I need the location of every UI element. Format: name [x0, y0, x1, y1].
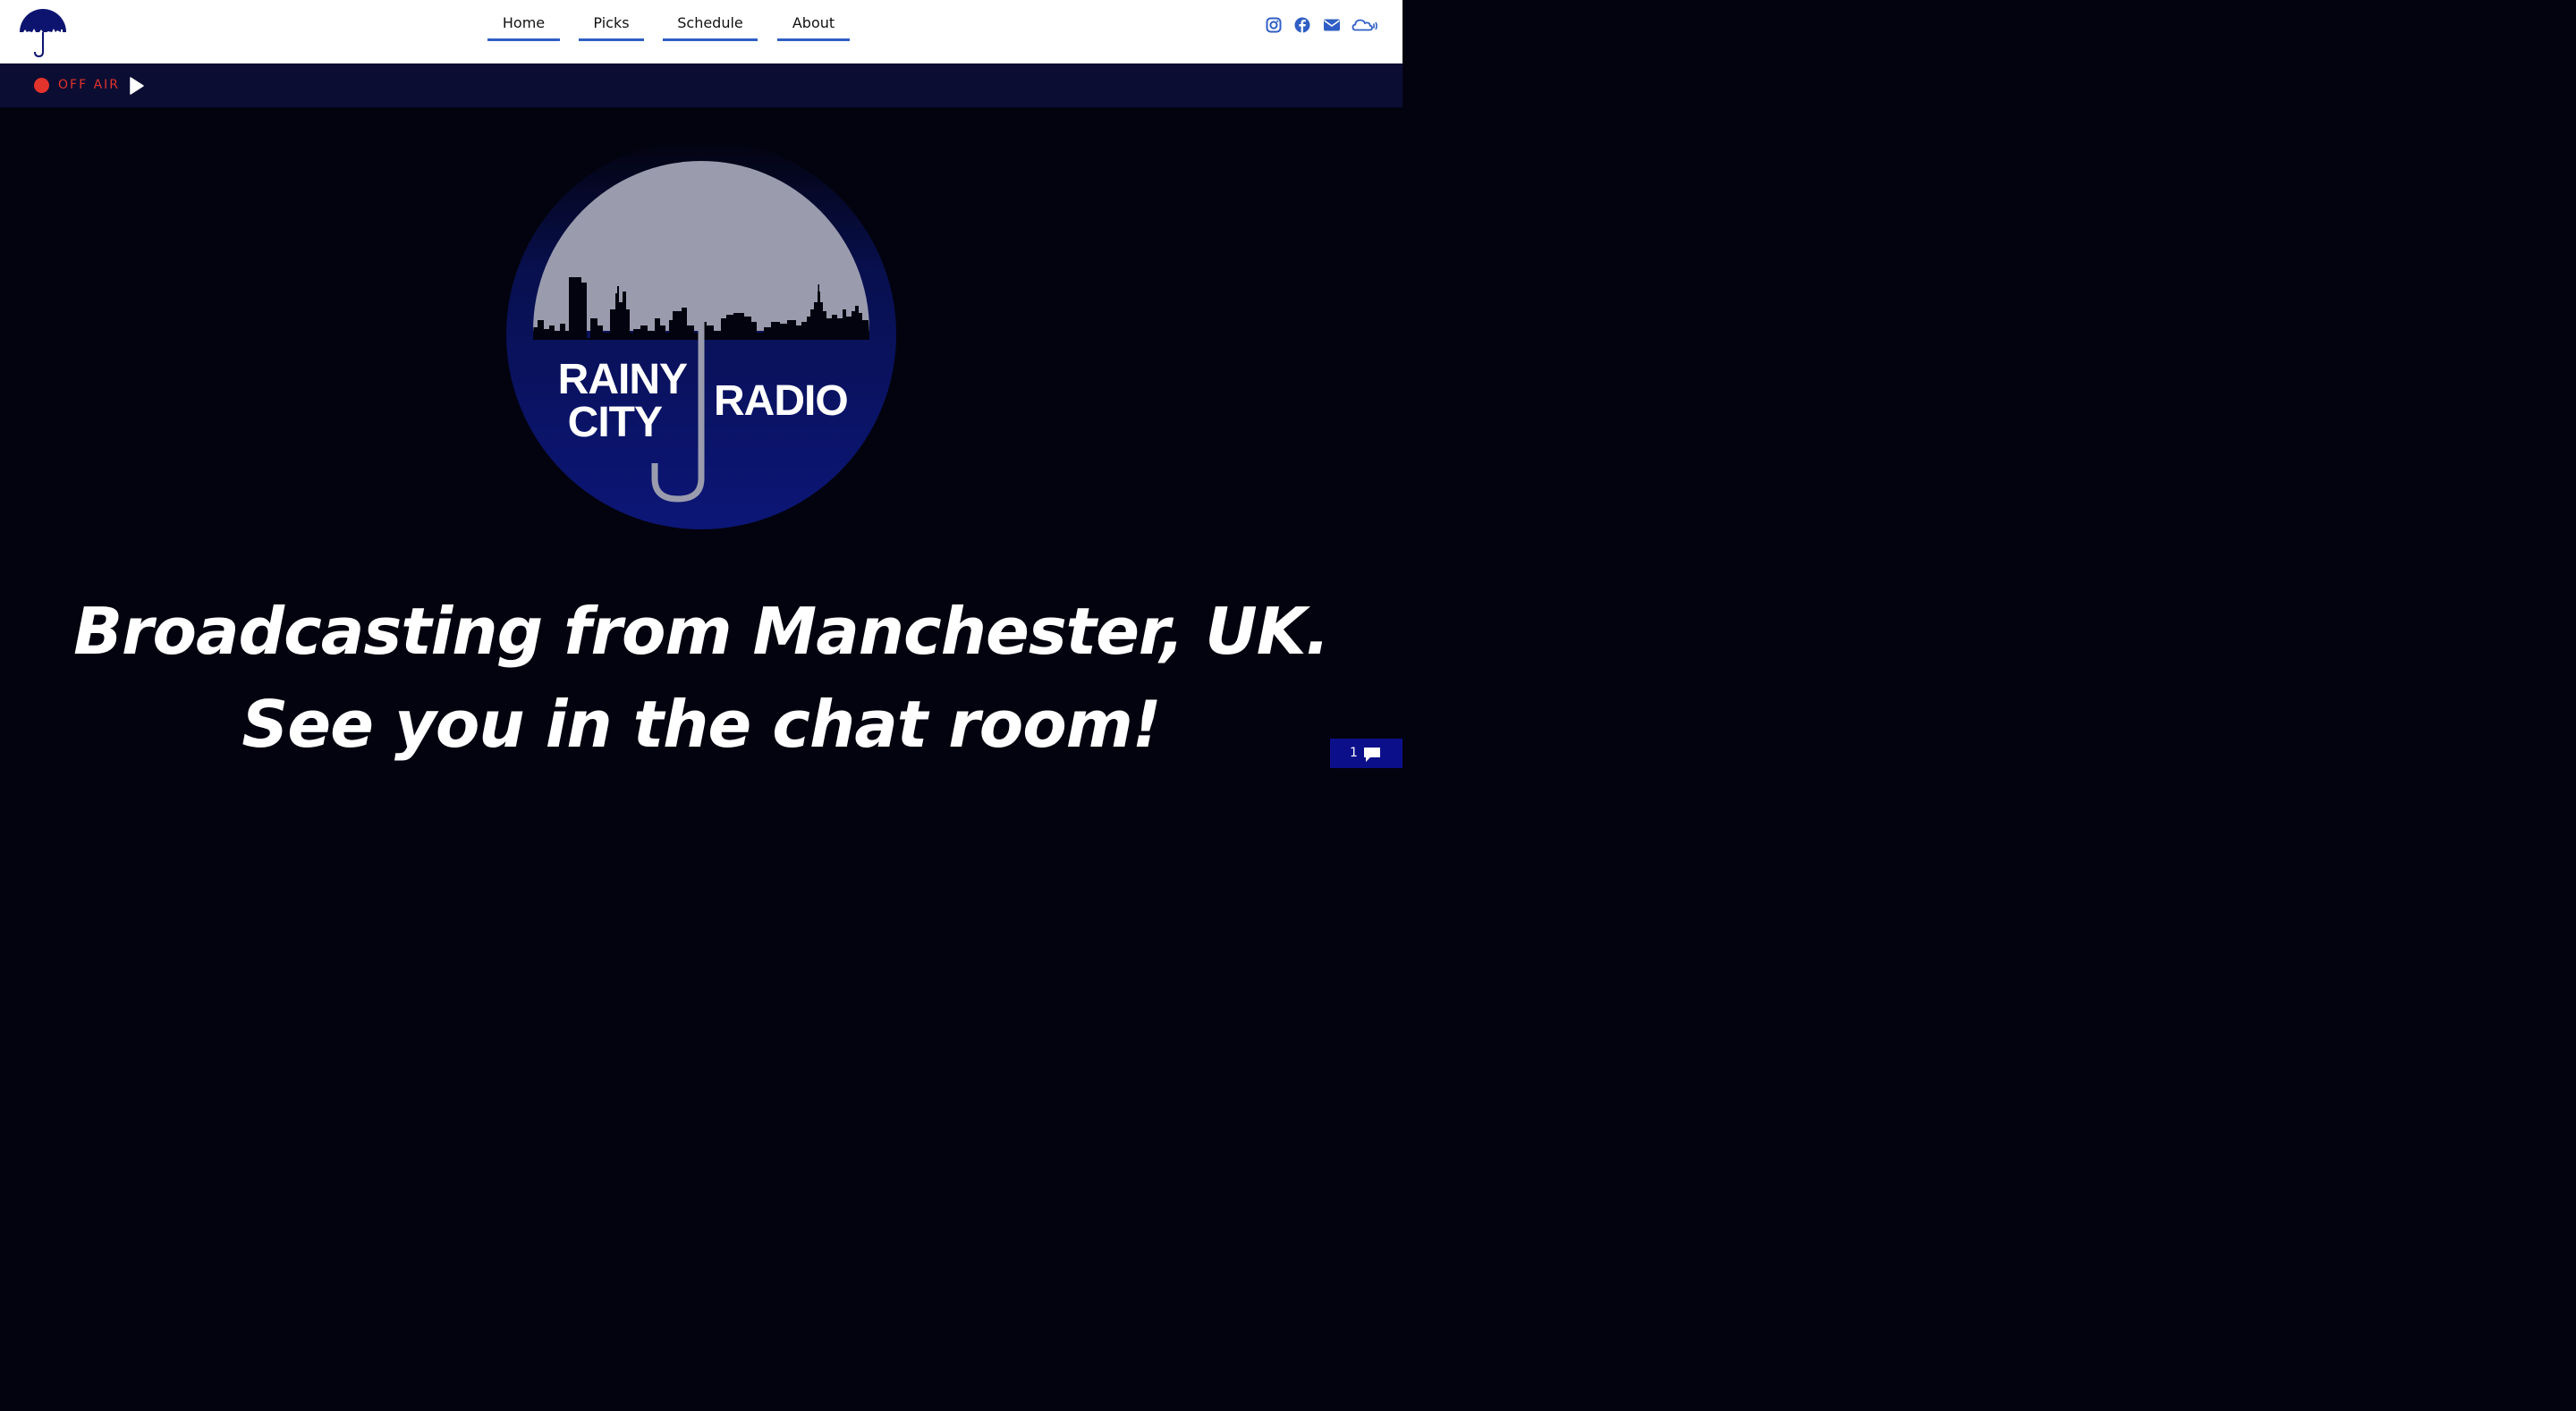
nav-home[interactable]: Home — [487, 13, 560, 41]
logo-text-rainy: RAINY — [558, 356, 688, 403]
nav-picks[interactable]: Picks — [579, 13, 644, 41]
logo-text-radio: RADIO — [714, 377, 848, 425]
nav-about[interactable]: About — [777, 13, 850, 41]
nav-about-label: About — [792, 14, 835, 31]
nav-schedule[interactable]: Schedule — [663, 13, 758, 41]
logo-text-city: CITY — [568, 399, 663, 446]
nav-home-label: Home — [502, 14, 546, 31]
play-icon[interactable] — [128, 76, 146, 96]
nav-picks-label: Picks — [593, 14, 630, 31]
live-indicator-icon — [34, 78, 49, 93]
hero-headline-line1: Broadcasting from Manchester, UK. — [73, 594, 1330, 669]
chat-button[interactable]: 1 — [1330, 739, 1402, 768]
site-logo[interactable] — [16, 5, 70, 59]
facebook-icon[interactable] — [1293, 15, 1311, 35]
broadcast-status: OFF AIR — [58, 78, 121, 92]
rainy-city-radio-logo: RAINY CITY RADIO — [506, 139, 896, 529]
chat-count: 1 — [1350, 746, 1358, 760]
instagram-icon[interactable] — [1265, 15, 1283, 35]
nav-schedule-label: Schedule — [677, 14, 743, 31]
site-header: Home Picks Schedule About — [0, 0, 1402, 63]
chat-bubble-icon — [1364, 748, 1380, 762]
hero-headline-line2: See you in the chat room! — [242, 687, 1161, 762]
soundcloud-icon[interactable] — [1352, 15, 1378, 35]
player-status-bar: OFF AIR — [0, 63, 1402, 107]
email-icon[interactable] — [1322, 15, 1342, 35]
